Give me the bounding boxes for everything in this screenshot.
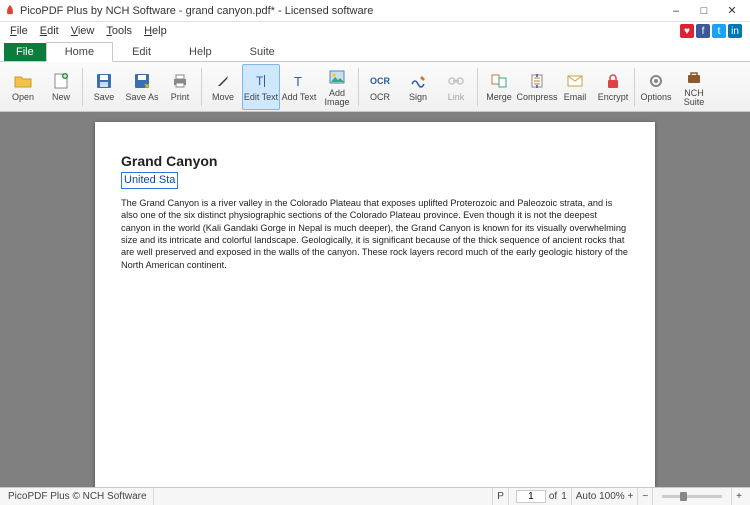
sign-button[interactable]: Sign <box>399 64 437 110</box>
linkedin-icon[interactable]: in <box>728 24 742 38</box>
ocr-icon: OCR <box>370 71 390 91</box>
facebook-icon[interactable]: f <box>696 24 710 38</box>
like-icon[interactable]: ♥ <box>680 24 694 38</box>
document-workspace[interactable]: Grand Canyon United Sta The Grand Canyon… <box>0 112 750 487</box>
print-icon <box>170 71 190 91</box>
link-button[interactable]: Link <box>437 64 475 110</box>
page-of-label: of <box>549 491 557 502</box>
doc-subtitle-editing[interactable]: United Sta <box>121 172 178 189</box>
save-button[interactable]: Save <box>85 64 123 110</box>
merge-button[interactable]: Merge <box>480 64 518 110</box>
tab-strip: File Home Edit Help Suite <box>0 40 750 62</box>
edittext-icon: T <box>251 71 271 91</box>
addimage-button[interactable]: Add Image <box>318 64 356 110</box>
zoom-label[interactable]: Auto 100% + <box>572 488 639 505</box>
svg-text:T: T <box>294 74 302 89</box>
new-button[interactable]: New <box>42 64 80 110</box>
move-button[interactable]: Move <box>204 64 242 110</box>
options-icon <box>646 71 666 91</box>
close-button[interactable]: ✕ <box>718 1 746 21</box>
options-button[interactable]: Options <box>637 64 675 110</box>
status-bar: PicoPDF Plus © NCH Software P of 1 Auto … <box>0 487 750 505</box>
title-bar: PicoPDF Plus by NCH Software - grand can… <box>0 0 750 22</box>
save-icon <box>94 71 114 91</box>
tab-help[interactable]: Help <box>170 42 231 61</box>
tab-suite[interactable]: Suite <box>231 42 294 61</box>
email-icon <box>565 71 585 91</box>
move-icon <box>213 71 233 91</box>
merge-icon <box>489 71 509 91</box>
tab-edit[interactable]: Edit <box>113 42 170 61</box>
encrypt-icon <box>603 71 623 91</box>
sign-icon <box>408 71 428 91</box>
pdf-page[interactable]: Grand Canyon United Sta The Grand Canyon… <box>95 122 655 487</box>
open-button[interactable]: Open <box>4 64 42 110</box>
email-button[interactable]: Email <box>556 64 594 110</box>
status-pageindicator: P <box>493 488 509 505</box>
compress-icon <box>527 71 547 91</box>
compress-button[interactable]: Compress <box>518 64 556 110</box>
status-spacer <box>154 488 493 505</box>
zoom-thumb[interactable] <box>680 492 687 501</box>
tab-home[interactable]: Home <box>46 42 113 62</box>
menu-file[interactable]: File <box>4 24 34 38</box>
ocr-button[interactable]: OCROCR <box>361 64 399 110</box>
saveas-button[interactable]: Save As <box>123 64 161 110</box>
addimage-icon <box>327 67 347 87</box>
current-page-input[interactable] <box>516 490 546 503</box>
window-title: PicoPDF Plus by NCH Software - grand can… <box>20 5 373 17</box>
tab-file[interactable]: File <box>4 43 46 61</box>
zoom-slider[interactable] <box>653 488 732 505</box>
addtext-button[interactable]: TAdd Text <box>280 64 318 110</box>
nchsuite-button[interactable]: NCH Suite <box>675 64 713 110</box>
doc-body[interactable]: The Grand Canyon is a river valley in th… <box>121 197 629 272</box>
new-icon <box>51 71 71 91</box>
svg-text:T: T <box>256 74 264 88</box>
menu-edit[interactable]: Edit <box>34 24 65 38</box>
link-icon <box>446 71 466 91</box>
ribbon-toolbar: Open New Save Save As Print Move TEdit T… <box>0 62 750 112</box>
open-icon <box>13 71 33 91</box>
status-pages: of 1 <box>509 488 572 505</box>
menu-view[interactable]: View <box>65 24 101 38</box>
social-icons: ♥ f t in <box>680 24 746 38</box>
total-pages: 1 <box>561 491 567 502</box>
menu-help[interactable]: Help <box>138 24 173 38</box>
maximize-button[interactable]: □ <box>690 1 718 21</box>
twitter-icon[interactable]: t <box>712 24 726 38</box>
encrypt-button[interactable]: Encrypt <box>594 64 632 110</box>
edittext-button[interactable]: TEdit Text <box>242 64 280 110</box>
zoom-out-button[interactable]: − <box>638 488 653 505</box>
status-app: PicoPDF Plus © NCH Software <box>4 488 154 505</box>
addtext-icon: T <box>289 71 309 91</box>
nchsuite-icon <box>684 67 704 87</box>
menu-bar: File Edit View Tools Help ♥ f t in <box>0 22 750 40</box>
menu-tools[interactable]: Tools <box>100 24 138 38</box>
minimize-button[interactable]: – <box>662 1 690 21</box>
zoom-in-button[interactable]: + <box>732 488 746 505</box>
app-icon <box>4 5 16 17</box>
print-button[interactable]: Print <box>161 64 199 110</box>
saveas-icon <box>132 71 152 91</box>
doc-title[interactable]: Grand Canyon <box>121 152 629 171</box>
